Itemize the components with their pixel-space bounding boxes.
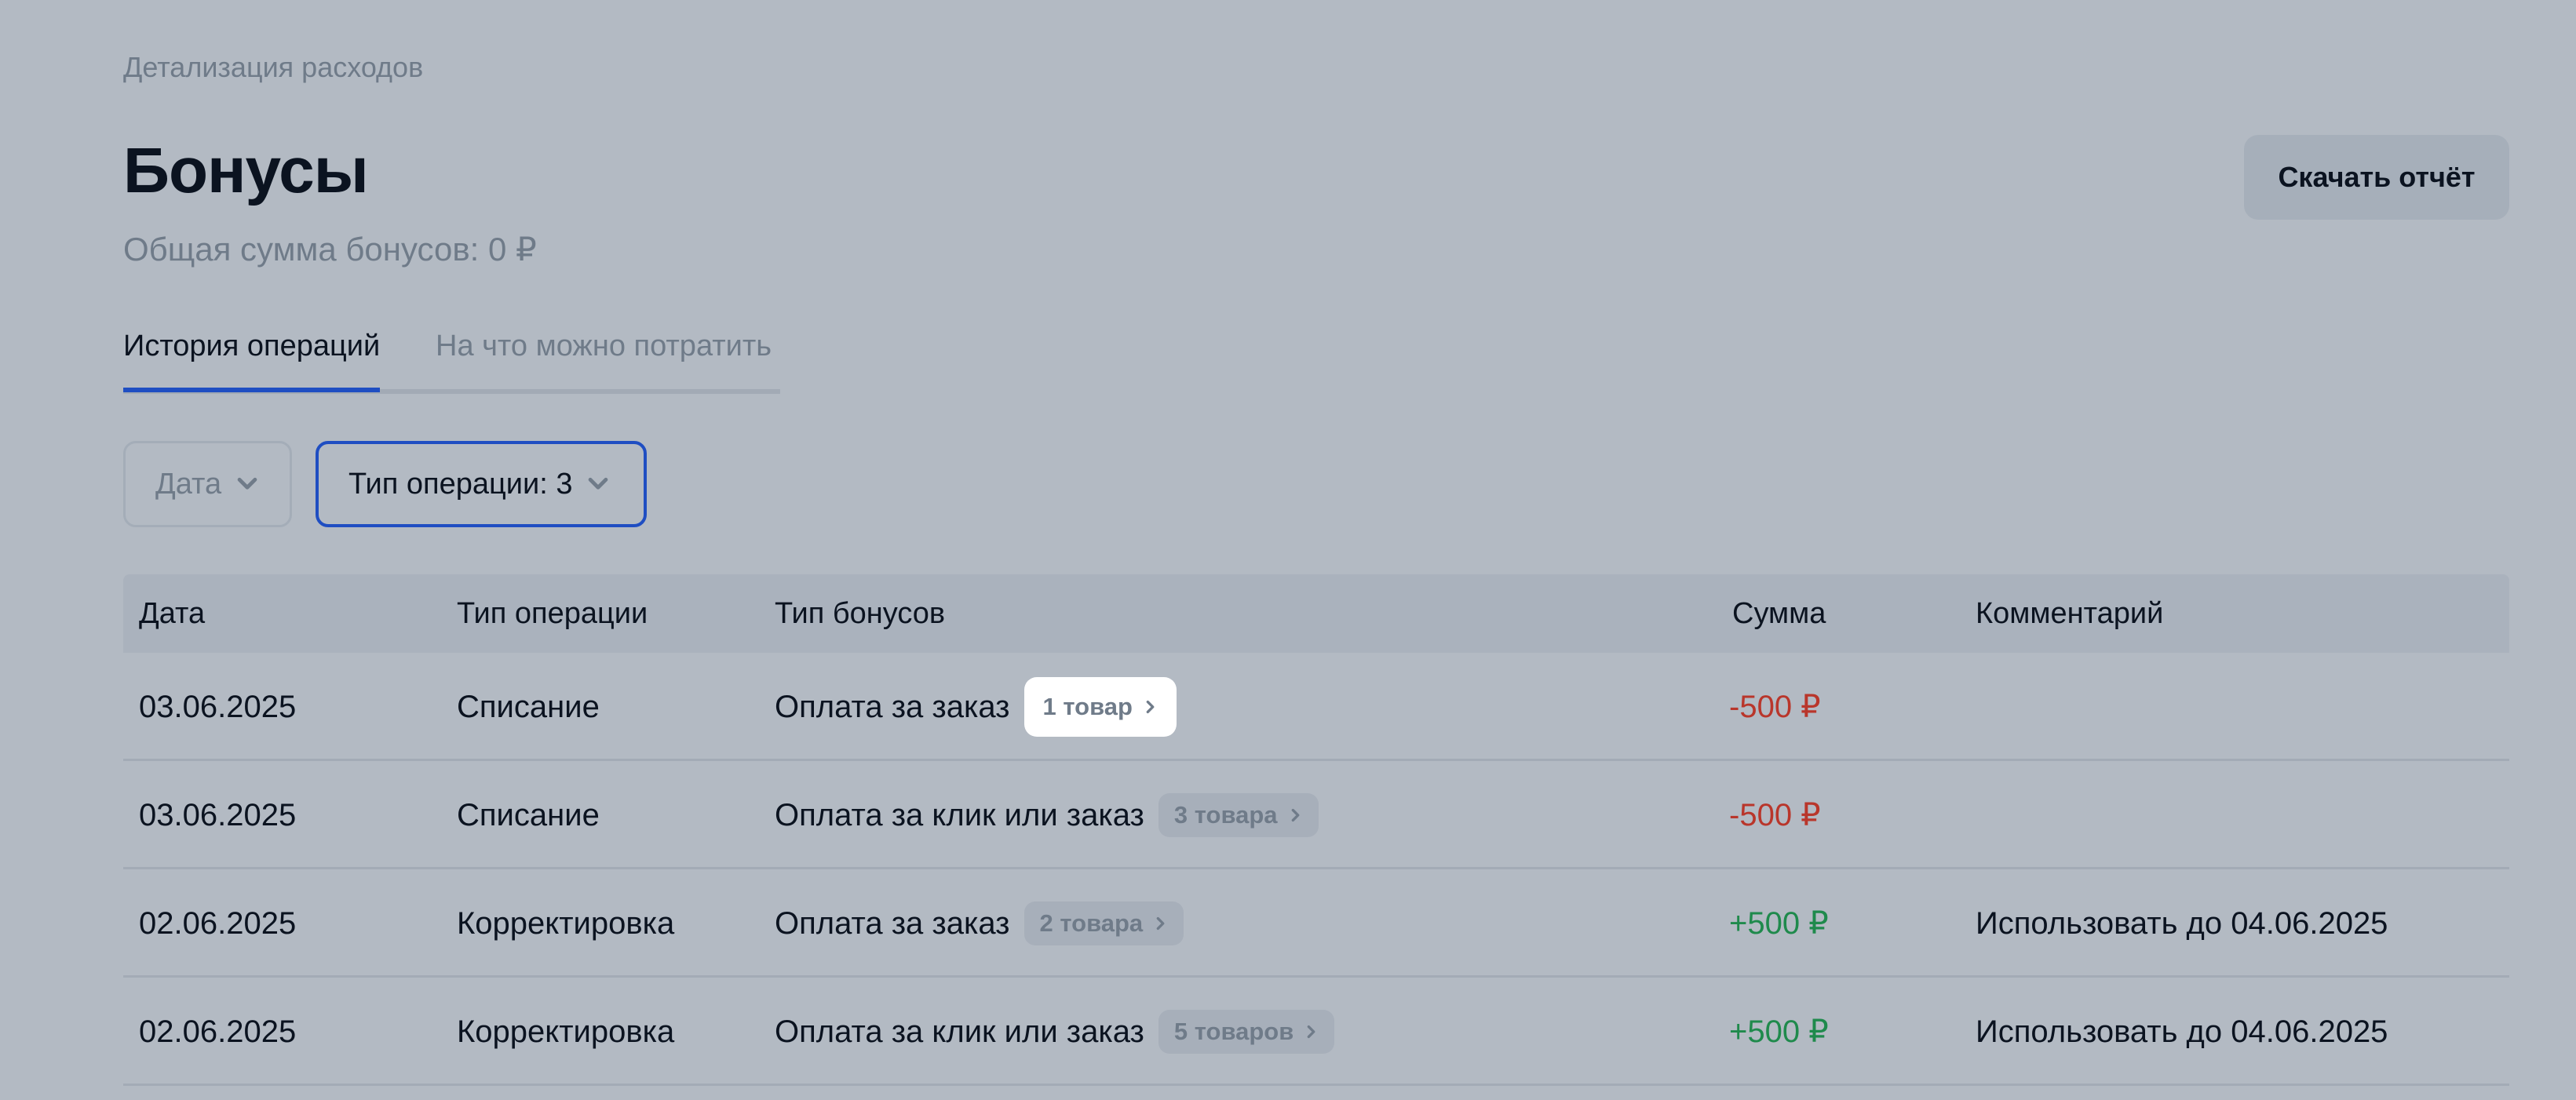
cell-comment: Использовать до 04.06.2025: [1976, 906, 2388, 941]
table-row: 03.06.2025 Списание Оплата за заказ 1 то…: [123, 653, 2509, 761]
cell-date: 02.06.2025: [139, 1014, 297, 1049]
bonus-total: Общая сумма бонусов: 0 ₽: [123, 231, 537, 268]
tabs: История операций На что можно потратить: [123, 322, 780, 394]
cell-bonus-type: Оплата за заказ 2 товара: [775, 869, 1184, 978]
chevron-right-icon: [1307, 1025, 1315, 1039]
cell-operation: Списание: [457, 798, 600, 832]
items-pill[interactable]: 1 товар: [1023, 677, 1177, 737]
chevron-right-icon: [1156, 916, 1165, 931]
cell-comment: Использовать до 04.06.2025: [1976, 1014, 2388, 1049]
cell-date: 03.06.2025: [139, 690, 297, 724]
date-filter[interactable]: Дата: [123, 441, 292, 527]
table-header: Дата Тип операции Тип бонусов Сумма Комм…: [123, 574, 2509, 653]
chevron-right-icon: [1146, 700, 1155, 714]
cell-date: 03.06.2025: [139, 798, 297, 832]
items-count: 1 товар: [1042, 693, 1133, 720]
cell-sum: +500 ₽: [1729, 1014, 1829, 1049]
items-count: 5 товаров: [1173, 1018, 1294, 1045]
operation-type-filter[interactable]: Тип операции: 3: [316, 441, 647, 527]
bonus-type-text: Оплата за клик или заказ: [775, 798, 1144, 832]
cell-operation: Корректировка: [457, 1014, 675, 1049]
cell-operation: Корректировка: [457, 906, 675, 941]
items-count: 3 товара: [1173, 801, 1278, 829]
header-comment: Комментарий: [1976, 597, 2164, 630]
items-pill[interactable]: 5 товаров: [1158, 1010, 1335, 1054]
bonus-type-text: Оплата за клик или заказ: [775, 1014, 1144, 1049]
bonus-type-text: Оплата за заказ: [775, 690, 1010, 724]
items-pill[interactable]: 3 товара: [1158, 793, 1319, 837]
cell-bonus-type: Оплата за заказ 1 товар: [775, 653, 1177, 761]
operations-table: Дата Тип операции Тип бонусов Сумма Комм…: [123, 574, 2509, 1086]
table-row: 03.06.2025 Списание Оплата за клик или з…: [123, 761, 2509, 869]
chevron-down-icon: [589, 477, 608, 490]
tab-where-to-spend[interactable]: На что можно потратить: [436, 326, 772, 366]
operation-type-filter-label: Тип операции: 3: [348, 467, 573, 501]
bonus-page: Детализация расходов Бонусы Общая сумма …: [123, 0, 2509, 1100]
table-row: 02.06.2025 Корректировка Оплата за заказ…: [123, 869, 2509, 978]
chevron-down-icon: [237, 477, 257, 490]
cell-sum: -500 ₽: [1729, 690, 1821, 724]
header-bonus-type: Тип бонусов: [775, 597, 946, 630]
cell-bonus-type: Оплата за клик или заказ 3 товара: [775, 761, 1319, 869]
items-count: 2 товара: [1039, 909, 1144, 937]
header-sum: Сумма: [1732, 597, 1826, 630]
page-title: Бонусы: [123, 135, 369, 206]
chevron-right-icon: [1291, 808, 1299, 822]
download-report-button[interactable]: Скачать отчёт: [2244, 135, 2509, 220]
bonus-type-text: Оплата за заказ: [775, 906, 1010, 941]
header-date: Дата: [139, 597, 206, 630]
breadcrumb[interactable]: Детализация расходов: [123, 49, 423, 86]
cell-sum: -500 ₽: [1729, 798, 1821, 832]
table-row: 02.06.2025 Корректировка Оплата за клик …: [123, 978, 2509, 1086]
cell-bonus-type: Оплата за клик или заказ 5 товаров: [775, 978, 1335, 1086]
cell-sum: +500 ₽: [1729, 906, 1829, 941]
tab-operations-history[interactable]: История операций: [123, 326, 381, 392]
items-pill[interactable]: 2 товара: [1023, 901, 1184, 945]
cell-operation: Списание: [457, 690, 600, 724]
header-operation: Тип операции: [457, 597, 648, 630]
date-filter-label: Дата: [155, 467, 222, 501]
cell-date: 02.06.2025: [139, 906, 297, 941]
